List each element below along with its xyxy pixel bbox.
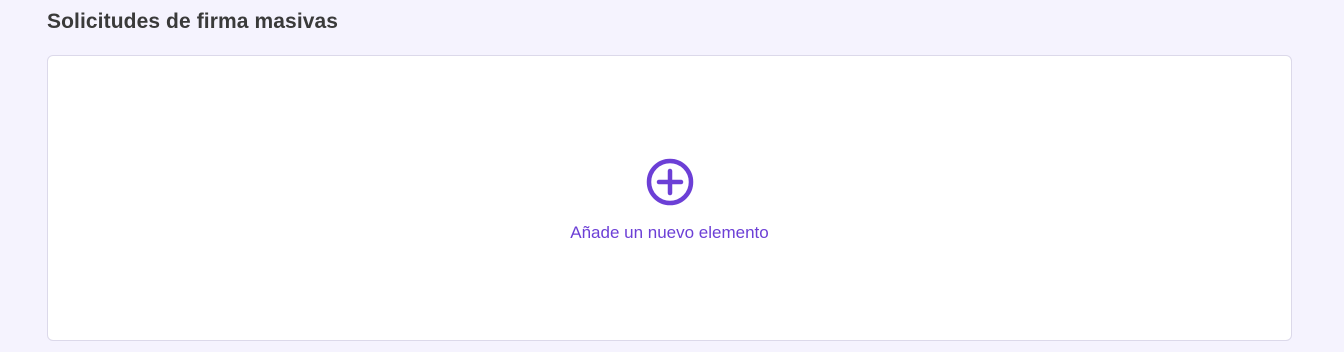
page: Solicitudes de firma masivas Añade un nu… xyxy=(0,0,1344,352)
add-new-element-button[interactable]: Añade un nuevo elemento xyxy=(48,158,1291,243)
section-title: Solicitudes de firma masivas xyxy=(47,10,339,33)
plus-circle-icon[interactable] xyxy=(646,158,694,206)
empty-state-card: Añade un nuevo elemento xyxy=(47,55,1292,341)
add-new-element-label[interactable]: Añade un nuevo elemento xyxy=(570,223,769,243)
